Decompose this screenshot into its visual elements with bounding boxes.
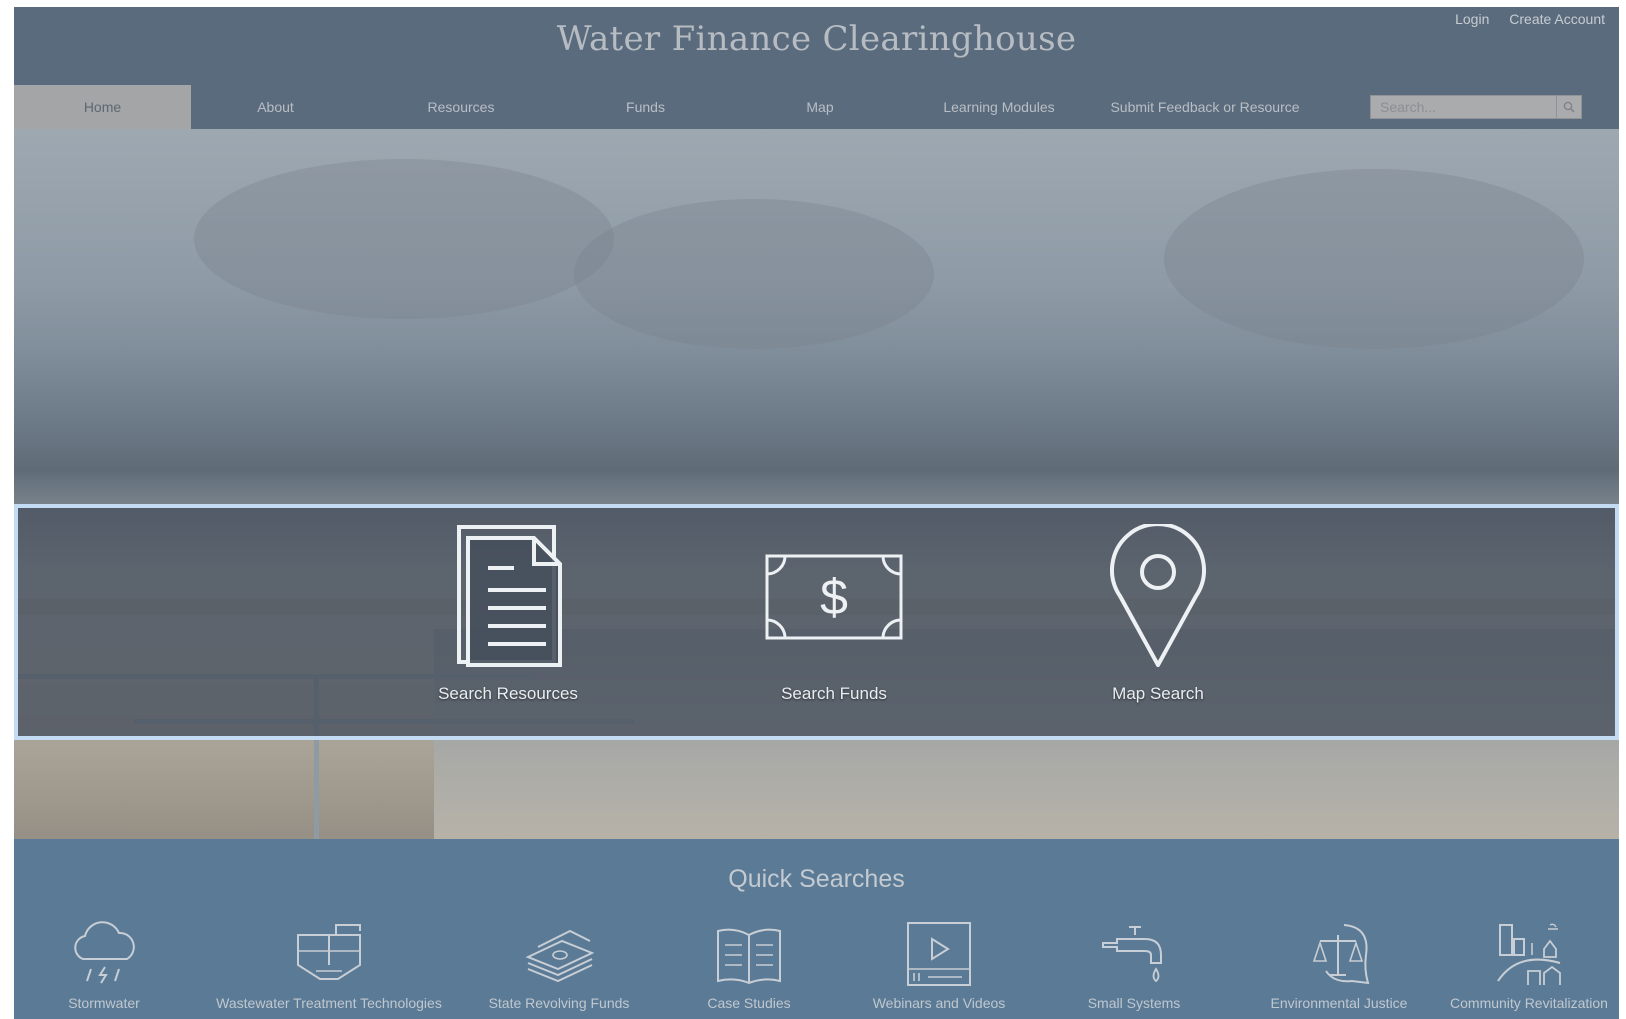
quick-search-community-revitalization[interactable]: Community Revitalization [1444,921,1614,1011]
search-input[interactable] [1371,96,1557,118]
map-search-button[interactable]: Map Search [1048,508,1268,736]
quick-search-label: Community Revitalization [1450,995,1608,1011]
quick-search-environmental-justice[interactable]: Environmental Justice [1259,921,1419,1011]
search-resources-button[interactable]: Search Resources [398,508,618,736]
cloud-shape [574,199,934,349]
page: Water Finance Clearinghouse Login Create… [14,7,1619,1019]
open-book-icon [717,928,781,985]
money-stack-icon [525,929,594,983]
justice-scale-icon [1312,924,1370,985]
quick-search-label: State Revolving Funds [488,995,630,1011]
dollar-bill-icon: $ [765,554,903,640]
quick-search-label: Stormwater [68,995,140,1011]
document-icon [457,525,562,667]
quick-search-stormwater[interactable]: Stormwater [44,921,164,1011]
quick-search-small-systems[interactable]: Small Systems [1074,921,1194,1011]
search-icon [1563,101,1575,113]
quick-search-wastewater-treatment[interactable]: Wastewater Treatment Technologies [214,921,444,1011]
search-funds-button[interactable]: $ Search Funds [724,508,944,736]
quick-search-label: Small Systems [1087,995,1181,1011]
treatment-tank-icon [297,924,361,980]
nav-item-map[interactable]: Map [749,85,891,129]
site-title[interactable]: Water Finance Clearinghouse [14,19,1619,59]
quick-search-webinars-videos[interactable]: Webinars and Videos [864,921,1014,1011]
site-header: Water Finance Clearinghouse Login Create… [14,7,1619,129]
nav-item-resources[interactable]: Resources [385,85,537,129]
create-account-link[interactable]: Create Account [1509,11,1605,27]
quick-search-state-revolving-funds[interactable]: State Revolving Funds [484,921,634,1011]
cloud-shape [194,159,614,319]
quick-search-label: Case Studies [707,995,791,1011]
search-actions-band: Search Resources $ Search Funds Map Sear… [14,504,1619,740]
svg-text:$: $ [820,569,848,625]
quick-search-label: Environmental Justice [1270,995,1408,1011]
hero-banner: Search Resources $ Search Funds Map Sear… [14,129,1619,839]
login-link[interactable]: Login [1455,11,1489,27]
nav-item-funds[interactable]: Funds [569,85,722,129]
faucet-icon [1102,926,1162,983]
map-search-label: Map Search [1112,684,1204,703]
nav-item-home[interactable]: Home [14,85,191,129]
quick-search-label: Webinars and Videos [872,995,1006,1011]
quick-search-case-studies[interactable]: Case Studies [689,921,809,1011]
rain-cloud-icon [74,921,135,984]
search-resources-label: Search Resources [438,684,578,703]
quick-search-label: Wastewater Treatment Technologies [216,995,442,1011]
quick-searches-title: Quick Searches [728,865,905,893]
cloud-shape [1164,169,1584,349]
nav-item-learning-modules[interactable]: Learning Modules [919,85,1079,129]
nav-item-about[interactable]: About [204,85,347,129]
map-pin-icon [1110,524,1206,667]
nav-item-submit-feedback[interactable]: Submit Feedback or Resource [1105,85,1305,129]
video-player-icon [907,922,971,986]
search-funds-label: Search Funds [781,684,887,703]
search-box [1370,95,1582,119]
community-icon [1497,923,1561,985]
search-button[interactable] [1556,96,1581,118]
quick-searches-section: Quick Searches Stormwater Wastewater Tre… [14,839,1619,1019]
account-links: Login Create Account [1439,11,1605,27]
